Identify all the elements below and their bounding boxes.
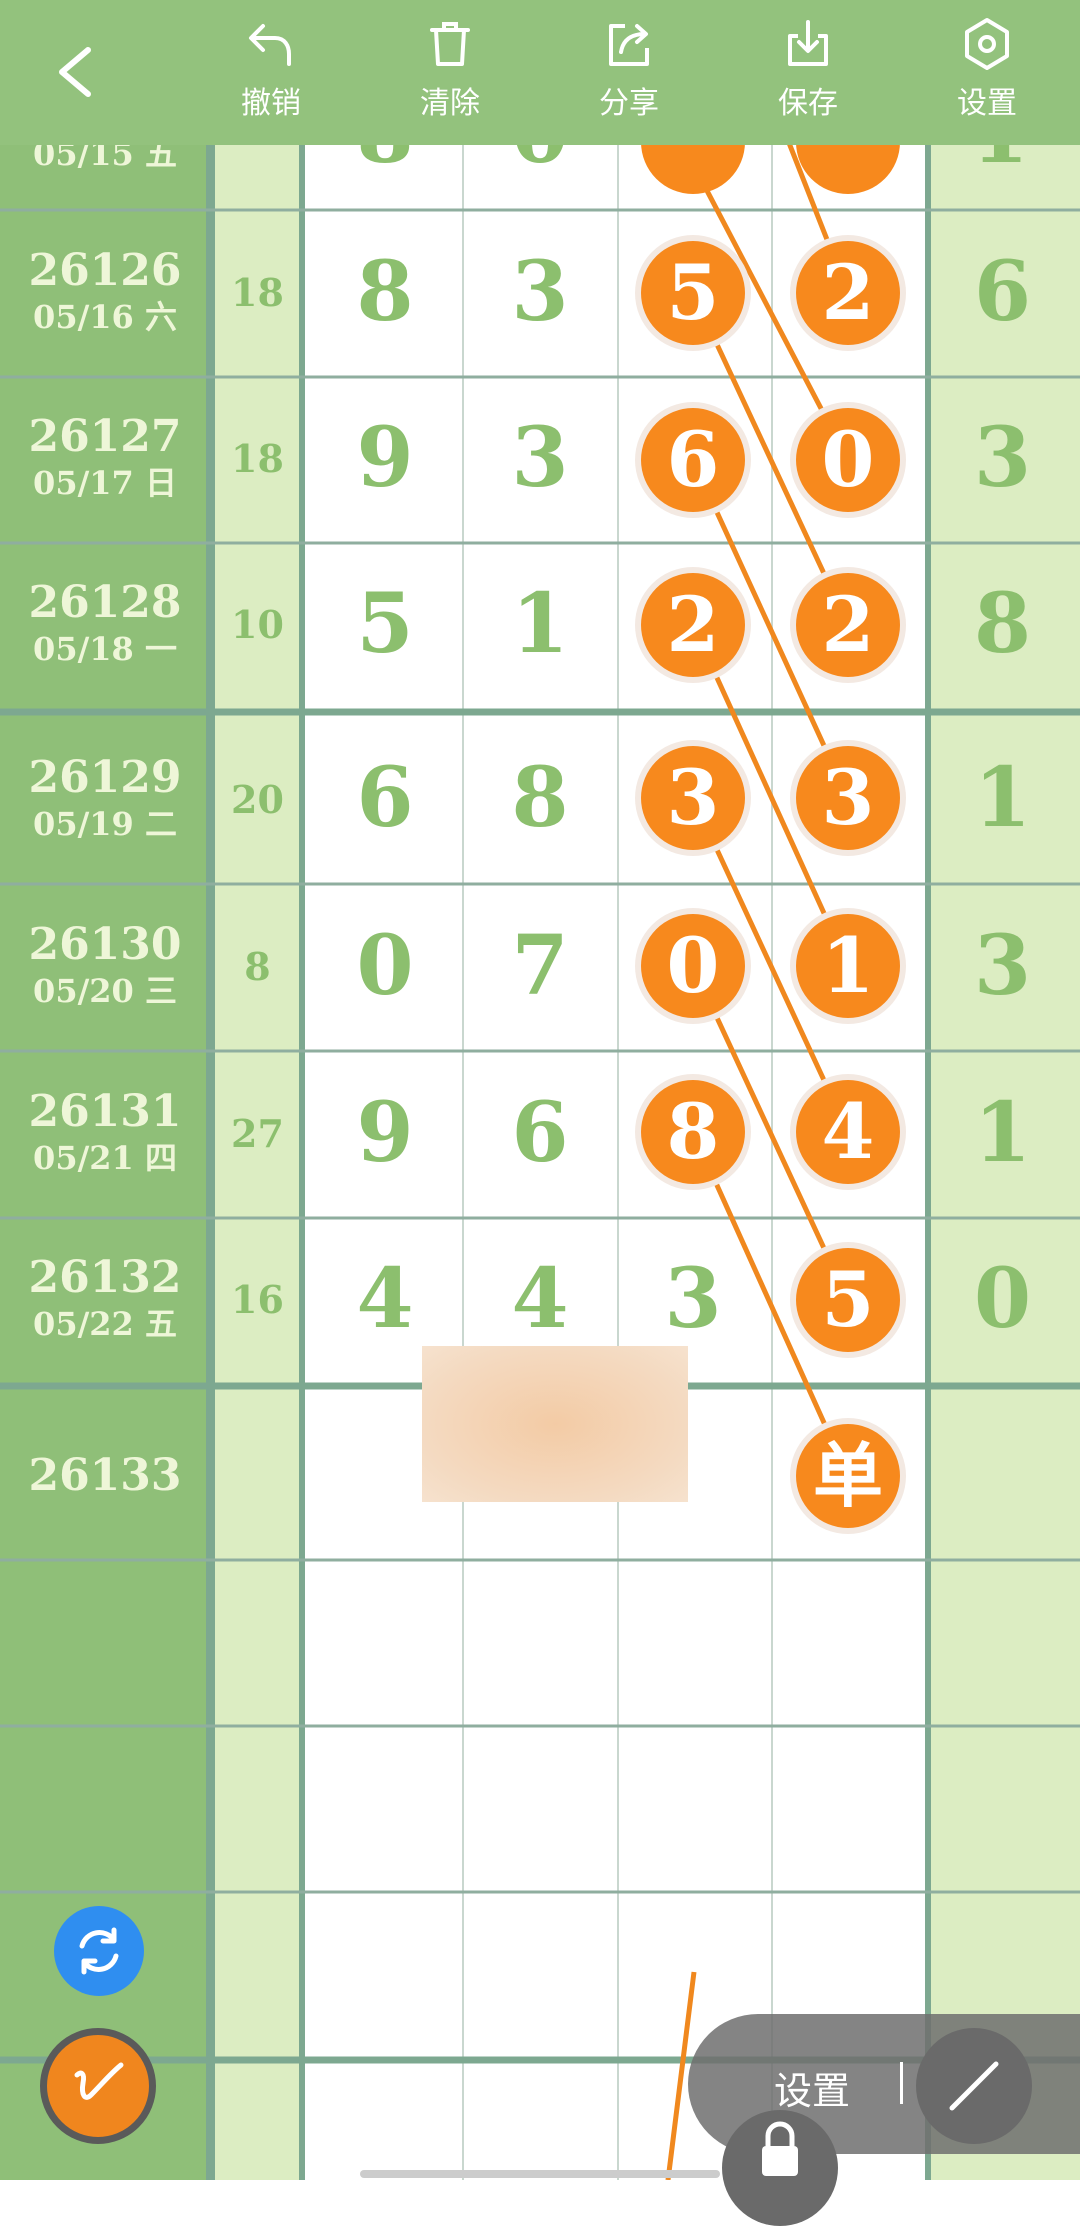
digit-2[interactable]: 6 xyxy=(465,1085,615,1181)
row-issue-number: 26126 xyxy=(28,245,182,296)
digit-2[interactable]: 3 xyxy=(465,244,615,340)
row-id-cell: 26127 05/17 日 xyxy=(0,411,210,503)
digit-2[interactable]: 1 xyxy=(465,576,615,672)
row-sum: 20 xyxy=(231,777,284,822)
tool-settings-label[interactable]: 设置 xyxy=(774,2060,850,2115)
refresh-icon xyxy=(79,1927,119,1975)
highlighted-ball[interactable]: 2 xyxy=(796,573,900,677)
highlighted-ball[interactable]: 2 xyxy=(796,241,900,345)
share-icon xyxy=(609,24,649,66)
row-sum: 18 xyxy=(231,436,284,481)
row-issue-number: 26132 xyxy=(28,1252,182,1303)
highlighted-ball[interactable]: 2 xyxy=(641,573,745,677)
digit-2[interactable]: 3 xyxy=(465,410,615,506)
highlighted-ball[interactable]: 0 xyxy=(641,914,745,1018)
row-issue-number: 26130 xyxy=(28,919,182,970)
digit-1[interactable]: 0 xyxy=(310,918,460,1014)
settings-button[interactable]: 设置 xyxy=(927,16,1047,136)
pen-icon xyxy=(74,2062,124,2100)
row-id-cell: 26132 05/22 五 xyxy=(0,1252,210,1344)
row-sum: 27 xyxy=(231,1111,284,1156)
highlighted-ball[interactable]: 5 xyxy=(641,241,745,345)
highlighted-ball[interactable]: 3 xyxy=(796,746,900,850)
right-column-value[interactable]: 3 xyxy=(935,410,1070,506)
top-toolbar: 撤销 清除 分享 保存 设置 xyxy=(0,0,1080,145)
right-column-value[interactable]: 0 xyxy=(935,1251,1070,1347)
digit-1[interactable]: 8 xyxy=(310,244,460,340)
highlighted-ball[interactable]: 6 xyxy=(641,408,745,512)
chevron-left-icon xyxy=(59,47,91,97)
digit-1[interactable]: 9 xyxy=(310,1085,460,1181)
line-tool-button[interactable] xyxy=(916,2028,1032,2144)
right-column-value[interactable]: 6 xyxy=(935,244,1070,340)
row-sum: 8 xyxy=(244,944,271,989)
row-sum: 10 xyxy=(231,602,284,647)
clear-button[interactable]: 清除 xyxy=(390,16,510,136)
clear-label: 清除 xyxy=(420,86,480,121)
row-issue-number: 26131 xyxy=(28,1086,182,1137)
digit-1[interactable]: 5 xyxy=(310,576,460,672)
undo-button[interactable]: 撤销 xyxy=(211,16,331,136)
undo-label: 撤销 xyxy=(241,86,301,121)
row-id-cell: 26128 05/18 一 xyxy=(0,577,210,669)
lock-icon xyxy=(762,2121,798,2176)
share-button[interactable]: 分享 xyxy=(569,16,689,136)
download-icon xyxy=(788,20,828,66)
save-button[interactable]: 保存 xyxy=(748,16,868,136)
row-date: 05/20 三 xyxy=(33,972,177,1010)
row-issue-number: 26128 xyxy=(28,577,182,628)
pen-button[interactable] xyxy=(40,2028,156,2144)
share-label: 分享 xyxy=(599,86,659,121)
highlighted-ball[interactable]: 8 xyxy=(641,1080,745,1184)
row-id-cell: 26131 05/21 四 xyxy=(0,1086,210,1178)
row-date: 05/18 一 xyxy=(33,630,177,668)
settings-label: 设置 xyxy=(957,86,1017,121)
save-label: 保存 xyxy=(778,86,838,121)
row-sum: 16 xyxy=(231,1277,284,1322)
undo-icon xyxy=(249,24,291,66)
trash-icon xyxy=(430,22,470,66)
row-id-cell: 26133 xyxy=(0,1450,210,1502)
right-column-value[interactable]: 1 xyxy=(935,1085,1070,1181)
digit-2[interactable]: 8 xyxy=(465,750,615,846)
highlighted-ball[interactable]: 4 xyxy=(796,1080,900,1184)
digit-2[interactable]: 4 xyxy=(465,1251,615,1347)
highlighted-ball[interactable]: 3 xyxy=(641,746,745,850)
row-date: 05/19 二 xyxy=(33,805,177,843)
lock-button[interactable] xyxy=(722,2110,838,2226)
gear-icon xyxy=(965,18,1009,70)
right-column-value[interactable]: 8 xyxy=(935,576,1070,672)
highlighted-ball[interactable]: 0 xyxy=(796,408,900,512)
row-issue-number: 26127 xyxy=(28,411,182,462)
row-issue-number: 26133 xyxy=(28,1450,182,1501)
refresh-button[interactable] xyxy=(54,1906,144,1996)
back-button[interactable] xyxy=(40,32,110,112)
tool-divider xyxy=(900,2062,903,2104)
right-column-value[interactable]: 3 xyxy=(935,918,1070,1014)
home-indicator xyxy=(360,2170,720,2178)
odd-marker-ball[interactable]: 单 xyxy=(796,1424,900,1528)
line-tool-icon xyxy=(949,2061,999,2111)
row-sum: 18 xyxy=(231,270,284,315)
lottery-trend-grid[interactable]: 8 0 1 05/15 五 26126 05/16 六 18 8 3 5 2 6… xyxy=(0,0,1080,2180)
row-id-cell: 26130 05/20 三 xyxy=(0,919,210,1011)
row-date: 05/21 四 xyxy=(33,1139,177,1177)
digit-1[interactable]: 6 xyxy=(310,750,460,846)
digit-3[interactable]: 3 xyxy=(618,1251,768,1347)
row-id-cell: 26126 05/16 六 xyxy=(0,245,210,337)
row-issue-number: 26129 xyxy=(28,752,182,803)
highlighted-ball[interactable]: 1 xyxy=(796,914,900,1018)
digit-1[interactable]: 4 xyxy=(310,1251,460,1347)
redacted-area xyxy=(422,1346,688,1502)
right-column-value[interactable]: 1 xyxy=(935,750,1070,846)
row-date: 05/17 日 xyxy=(33,464,177,502)
row-date: 05/16 六 xyxy=(33,298,177,336)
row-date: 05/22 五 xyxy=(33,1305,177,1343)
row-id-cell: 26129 05/19 二 xyxy=(0,752,210,844)
digit-1[interactable]: 9 xyxy=(310,410,460,506)
highlighted-ball[interactable]: 5 xyxy=(796,1248,900,1352)
digit-2[interactable]: 7 xyxy=(465,918,615,1014)
